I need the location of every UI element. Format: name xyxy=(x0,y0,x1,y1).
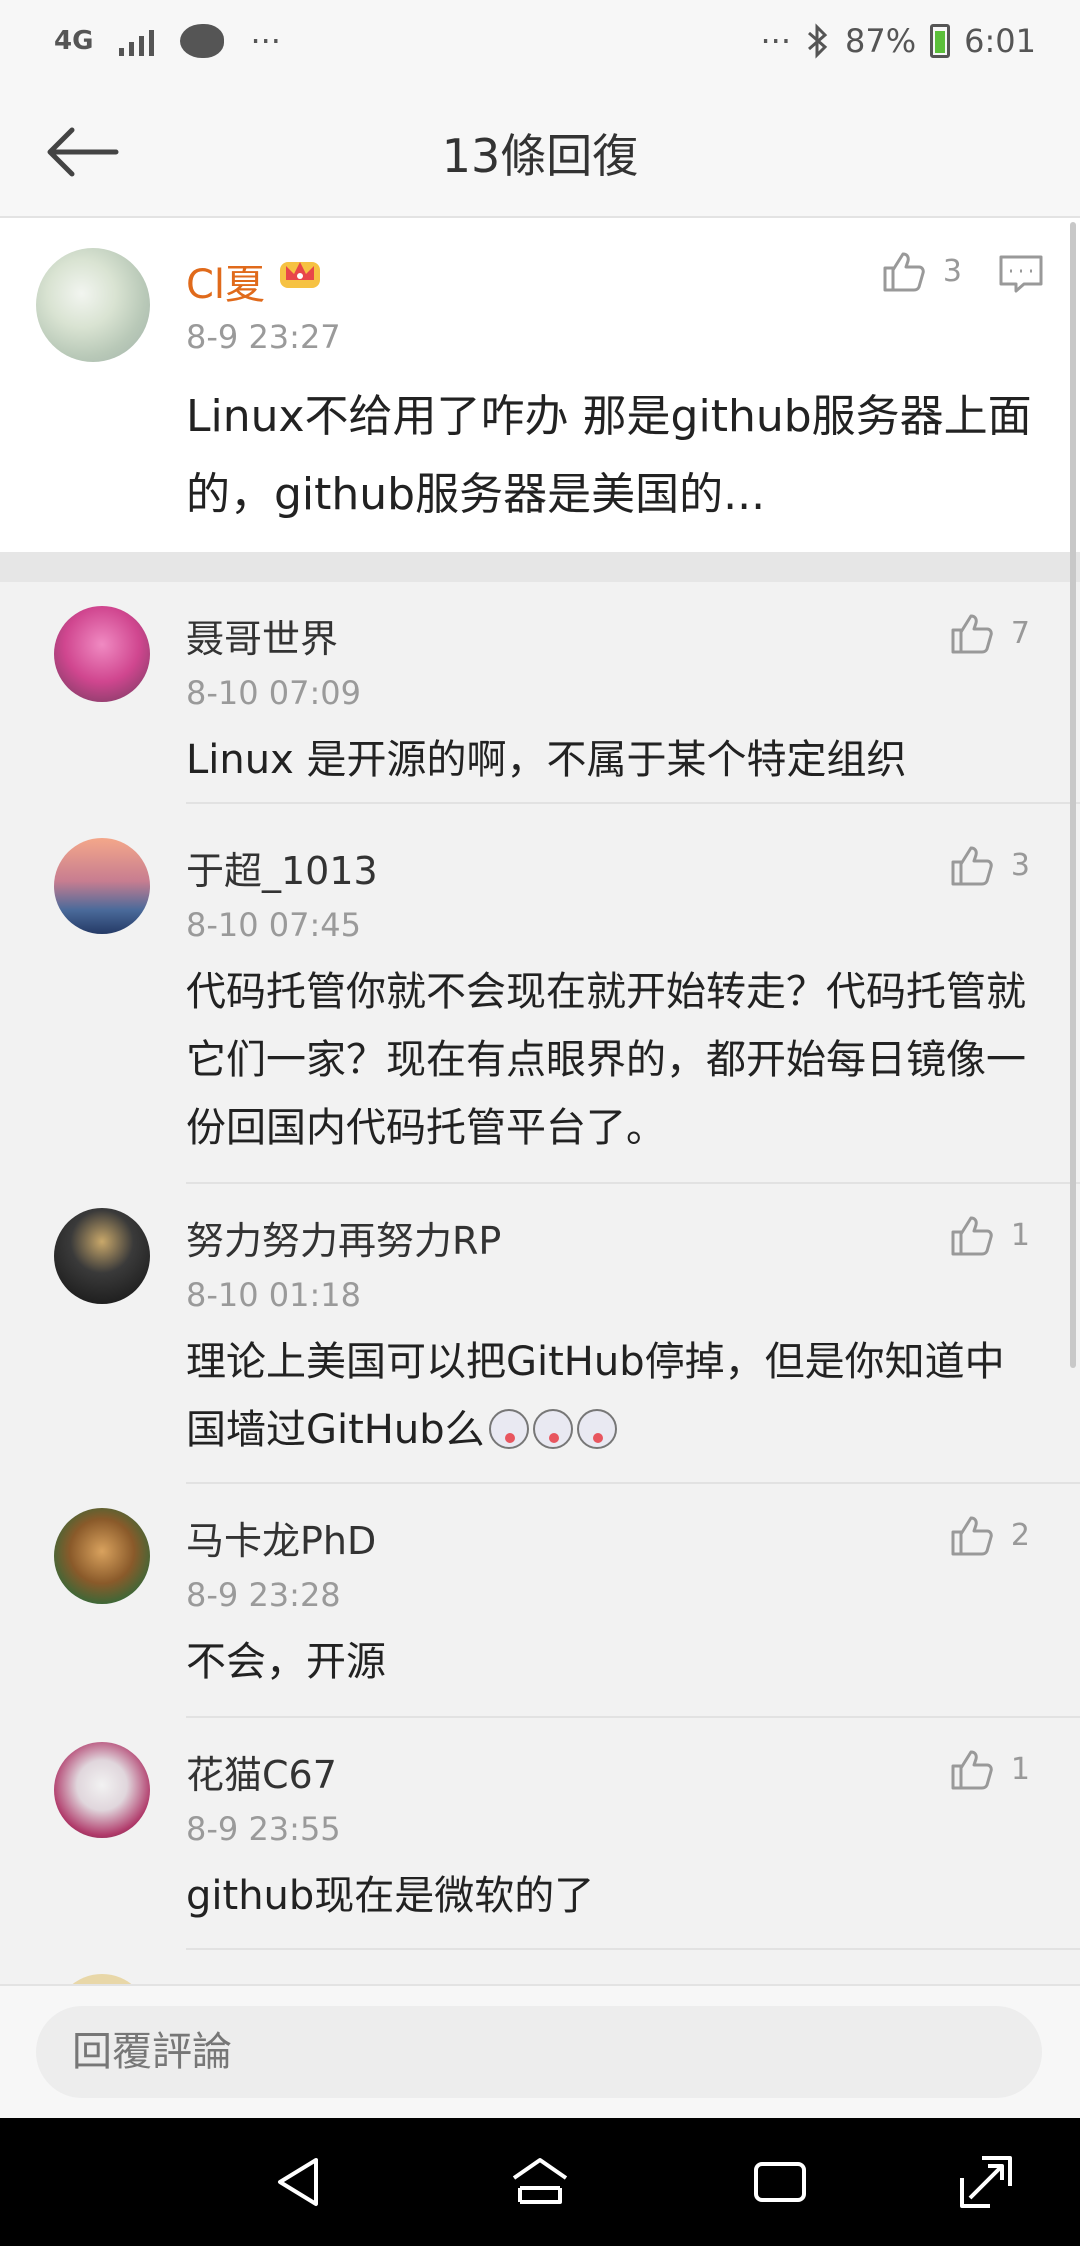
thumbs-up-icon xyxy=(951,1750,993,1790)
section-separator xyxy=(0,552,1080,582)
reply-text: github现在是微软的了 xyxy=(186,1873,595,1919)
battery-icon xyxy=(930,24,951,58)
thumbs-up-icon xyxy=(951,846,993,886)
bluetooth-icon xyxy=(808,23,828,59)
author-name[interactable]: Cl夏 xyxy=(186,252,265,310)
nav-expand-icon[interactable] xyxy=(952,2148,1020,2216)
app-notification-icon xyxy=(180,24,225,58)
signal-icon xyxy=(119,26,155,56)
like-count: 1 xyxy=(1010,1751,1030,1787)
reply-time: 8-9 23:28 xyxy=(186,1576,341,1614)
reply-author[interactable]: 于超_1013 xyxy=(186,840,378,895)
reply-text: 理论上美国可以把GitHub停掉，但是你知道中国墙过GitHub么 xyxy=(186,1328,1036,1464)
reply-item[interactable]: 聂哥世界 8-10 07:09 7 Linux 是开源的啊，不属于某个特定组织 xyxy=(0,582,1080,804)
reply-author[interactable]: 聂哥世界 xyxy=(186,608,338,663)
thumbs-up-icon xyxy=(951,614,993,654)
header: 13條回復 xyxy=(0,90,1080,218)
like-button[interactable]: 1 xyxy=(949,1746,1030,1792)
emoji-icon xyxy=(488,1409,529,1449)
comment-icon[interactable] xyxy=(998,254,1044,294)
scrollbar[interactable] xyxy=(1070,222,1076,1368)
comment-text: Linux不给用了咋办 那是github服务器上面的，github服务器是美国的… xyxy=(186,391,1032,520)
like-button[interactable]: 3 xyxy=(949,842,1030,888)
like-button[interactable]: 1 xyxy=(949,1212,1030,1258)
page: 4G ··· ··· 87% 6:01 13條回復 Cl夏 8-9 23:27 … xyxy=(0,0,1080,2246)
reply-item[interactable]: 于超_1013 8-10 07:45 3 代码托管你就不会现在就开始转走？代码托… xyxy=(0,814,1080,1184)
status-bar: 4G ··· ··· 87% 6:01 xyxy=(0,0,1080,90)
like-button[interactable]: 3 xyxy=(881,248,962,294)
thumbs-up-icon xyxy=(883,252,925,292)
main-comment: Cl夏 8-9 23:27 3 Linux不给用了咋办 那是github服务器上… xyxy=(0,218,1080,552)
page-title: 13條回復 xyxy=(441,129,639,183)
like-count: 3 xyxy=(1010,847,1030,883)
avatar[interactable] xyxy=(54,606,150,702)
like-count: 2 xyxy=(1010,1517,1030,1553)
reply-time: 8-10 07:09 xyxy=(186,674,362,712)
nav-home-icon[interactable] xyxy=(506,2148,574,2216)
clock: 6:01 xyxy=(964,22,1036,60)
network-type: 4G xyxy=(54,26,94,56)
avatar xyxy=(54,1974,150,1984)
reply-item[interactable]: 花猫C67 8-9 23:55 1 github现在是微软的了 xyxy=(0,1718,1080,1950)
thumbs-up-icon xyxy=(951,1216,993,1256)
more-notifications: ··· xyxy=(250,22,281,60)
emoji-icon xyxy=(576,1409,617,1449)
partial-reply-item xyxy=(0,1950,1080,1984)
avatar[interactable] xyxy=(54,1208,150,1304)
like-button[interactable]: 2 xyxy=(949,1512,1030,1558)
reply-text: 代码托管你就不会现在就开始转走？代码托管就它们一家？现在有点眼界的，都开始每日镜… xyxy=(186,969,1026,1151)
like-count: 7 xyxy=(1010,615,1030,651)
nav-back-icon[interactable] xyxy=(266,2148,334,2216)
reply-input-bar: 回覆評論 xyxy=(0,1984,1080,2120)
reply-author[interactable]: 努力努力再努力RP xyxy=(186,1210,501,1265)
more-status: ··· xyxy=(760,22,792,60)
reply-time: 8-10 01:18 xyxy=(186,1276,362,1314)
emoji-icon xyxy=(532,1409,573,1449)
thumbs-up-icon xyxy=(951,1516,993,1556)
reply-time: 8-9 23:55 xyxy=(186,1810,341,1848)
reply-text: 不会，开源 xyxy=(186,1639,386,1685)
avatar[interactable] xyxy=(54,1508,150,1604)
divider xyxy=(186,802,1080,804)
crown-badge-icon xyxy=(280,262,320,288)
avatar[interactable] xyxy=(36,248,150,362)
like-count: 1 xyxy=(1010,1217,1030,1253)
battery-percent: 87% xyxy=(845,22,917,60)
like-count: 3 xyxy=(942,253,962,289)
avatar[interactable] xyxy=(54,838,150,934)
system-nav-bar xyxy=(0,2118,1080,2246)
like-button[interactable]: 7 xyxy=(949,610,1030,656)
reply-text: Linux 是开源的啊，不属于某个特定组织 xyxy=(186,737,907,783)
nav-recents-icon[interactable] xyxy=(746,2148,814,2216)
reply-author[interactable]: 马卡龙PhD xyxy=(186,1510,376,1565)
reply-author[interactable]: 花猫C67 xyxy=(186,1744,337,1799)
reply-input[interactable]: 回覆評論 xyxy=(36,2006,1042,2098)
reply-time: 8-10 07:45 xyxy=(186,906,362,944)
reply-item[interactable]: 努力努力再努力RP 8-10 01:18 1 理论上美国可以把GitHub停掉，… xyxy=(0,1184,1080,1484)
comment-time: 8-9 23:27 xyxy=(186,318,341,356)
avatar[interactable] xyxy=(54,1742,150,1838)
reply-item[interactable]: 马卡龙PhD 8-9 23:28 2 不会，开源 xyxy=(0,1484,1080,1718)
